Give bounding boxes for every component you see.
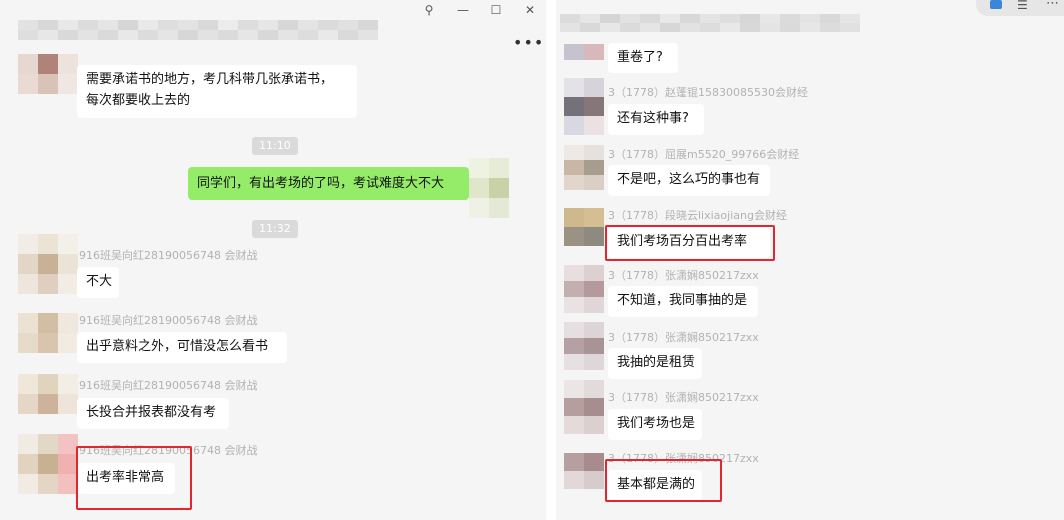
right-chat-window: 重卷了? 3（1778）赵蓬锟15830085530会财经 还有这种事? 3（1… (556, 0, 1064, 520)
message-bubble[interactable]: 不知道，我同事抽的是 (608, 286, 758, 317)
app-icon[interactable] (990, 0, 1002, 9)
message-line: 每次都要收上去的 (86, 93, 191, 108)
minimize-button[interactable]: — (453, 3, 473, 17)
highlight-box (605, 225, 775, 261)
self-avatar[interactable] (469, 158, 509, 218)
sender-name: 3（1778）张潇娴850217zxx (608, 391, 759, 404)
sender-name: 916班吴向红28190056748 会财战 (79, 314, 258, 327)
sender-name: 3（1778）张潇娴850217zxx (608, 269, 759, 282)
sender-name: 916班吴向红28190056748 会财战 (79, 379, 258, 392)
sender-name: 3（1778）段晓云lixiaojiang会财经 (608, 209, 787, 222)
avatar[interactable] (18, 313, 78, 353)
highlight-box (605, 459, 722, 502)
sender-name: 3（1778）赵蓬锟15830085530会财经 (608, 86, 808, 99)
left-chat-window: ⚲ — ☐ ✕ ••• 需要承诺书的地方，考几科带几张承诺书， 每次都要收上去的… (0, 0, 546, 520)
right-chat-title-blurred (560, 14, 860, 32)
avatar[interactable] (18, 234, 78, 294)
message-line: 需要承诺书的地方，考几科带几张承诺书， (86, 72, 334, 87)
self-message-bubble[interactable]: 同学们，有出考场的了吗，考试难度大不大 (188, 167, 469, 200)
avatar[interactable] (564, 145, 604, 190)
message-bubble[interactable]: 长投合并报表都没有考 (77, 398, 229, 429)
avatar[interactable] (18, 54, 78, 94)
avatar[interactable] (564, 208, 604, 246)
message-bubble[interactable]: 不是吧，这么巧的事也有 (608, 165, 770, 196)
left-chat-title-blurred (18, 20, 378, 40)
sender-name: 916班吴向红28190056748 会财战 (79, 249, 258, 262)
avatar[interactable] (564, 322, 604, 370)
message-bubble[interactable]: 我抽的是租赁 (608, 348, 702, 379)
avatar[interactable] (564, 453, 604, 489)
message-bubble[interactable]: 需要承诺书的地方，考几科带几张承诺书， 每次都要收上去的 (77, 65, 357, 118)
sender-name: 3（1778）张潇娴850217zxx (608, 331, 759, 344)
avatar[interactable] (564, 44, 604, 60)
screenshot-divider (546, 0, 556, 520)
timestamp: 11:10 (252, 137, 298, 155)
avatar[interactable] (18, 434, 78, 494)
timestamp: 11:32 (252, 220, 298, 238)
pin-icon[interactable]: ⚲ (419, 3, 439, 17)
close-button[interactable]: ✕ (520, 3, 540, 17)
avatar[interactable] (564, 380, 604, 434)
more-icon[interactable]: ⋯ (1046, 0, 1059, 11)
avatar[interactable] (564, 78, 604, 135)
maximize-button[interactable]: ☐ (486, 3, 506, 17)
avatar[interactable] (18, 374, 78, 414)
message-bubble[interactable]: 出乎意料之外，可惜没怎么看书 (77, 332, 287, 363)
more-options-icon[interactable]: ••• (513, 33, 544, 52)
highlight-box (76, 446, 192, 510)
message-bubble[interactable]: 我们考场也是 (608, 409, 702, 440)
message-bubble[interactable]: 不大 (77, 267, 119, 298)
message-bubble[interactable]: 还有这种事? (608, 104, 704, 135)
menu-icon[interactable]: ☰ (1017, 0, 1028, 12)
avatar[interactable] (564, 265, 604, 313)
sender-name: 3（1778）屈展m5520_99766会财经 (608, 148, 800, 161)
message-bubble[interactable]: 重卷了? (608, 43, 678, 73)
